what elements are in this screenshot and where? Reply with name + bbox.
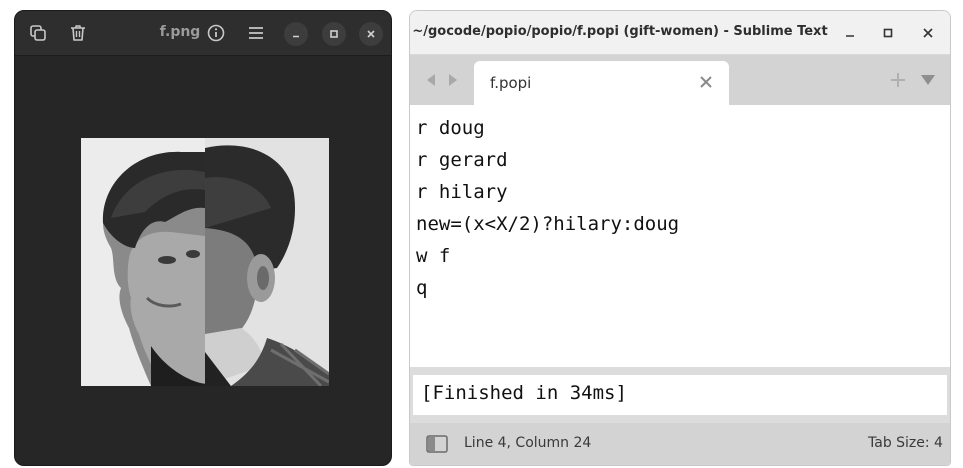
sublime-titlebar: ~/gocode/popio/popio/f.popi (gift-women)… bbox=[410, 11, 950, 55]
status-bar: Line 4, Column 24 Tab Size: 4 bbox=[410, 423, 950, 465]
code-editor[interactable]: r doug r gerard r hilary new=(x<X/2)?hil… bbox=[410, 105, 950, 371]
info-icon[interactable] bbox=[206, 23, 226, 43]
maximize-button[interactable] bbox=[322, 22, 346, 46]
copy-icon[interactable] bbox=[28, 23, 48, 43]
minimize-icon[interactable] bbox=[842, 25, 858, 41]
sublime-text-window: ~/gocode/popio/popio/f.popi (gift-women)… bbox=[409, 10, 951, 466]
close-icon[interactable] bbox=[920, 25, 936, 41]
tab-close-icon[interactable] bbox=[699, 75, 713, 89]
trash-icon[interactable] bbox=[68, 23, 88, 43]
tab-f-popi[interactable]: f.popi bbox=[474, 61, 729, 105]
build-output-text[interactable]: [Finished in 34ms] bbox=[413, 375, 947, 415]
chevron-left-icon[interactable] bbox=[424, 72, 438, 88]
code-line[interactable]: r gerard bbox=[416, 144, 950, 176]
minimize-icon bbox=[293, 35, 299, 38]
tab-size-indicator[interactable]: Tab Size: 4 bbox=[868, 435, 950, 451]
chevron-right-icon[interactable] bbox=[446, 72, 460, 88]
image-viewer-window: f.png bbox=[14, 10, 392, 466]
maximize-icon[interactable] bbox=[880, 25, 896, 41]
tab-menu-chevron-down-icon[interactable] bbox=[920, 74, 936, 86]
new-tab-plus-icon[interactable] bbox=[890, 72, 906, 88]
window-title: ~/gocode/popio/popio/f.popi (gift-women)… bbox=[412, 24, 828, 39]
close-button[interactable] bbox=[359, 22, 383, 46]
code-line[interactable]: new=(x<X/2)?hilary:doug bbox=[416, 208, 950, 240]
sidebar-toggle-icon[interactable] bbox=[426, 435, 448, 453]
tab-bar: f.popi bbox=[410, 55, 950, 105]
minimize-button[interactable] bbox=[284, 22, 308, 46]
build-output-panel: [Finished in 34ms] bbox=[410, 367, 950, 423]
code-line[interactable]: r hilary bbox=[416, 176, 950, 208]
composite-portrait-image bbox=[81, 138, 329, 386]
tab-label: f.popi bbox=[490, 74, 532, 92]
menu-icon[interactable] bbox=[246, 23, 266, 43]
maximize-icon bbox=[330, 30, 338, 38]
cursor-position[interactable]: Line 4, Column 24 bbox=[464, 435, 591, 451]
image-viewer-header: f.png bbox=[15, 11, 391, 56]
close-icon bbox=[367, 30, 375, 38]
code-line[interactable]: q bbox=[416, 272, 950, 304]
code-line[interactable]: w f bbox=[416, 240, 950, 272]
code-line[interactable]: r doug bbox=[416, 112, 950, 144]
